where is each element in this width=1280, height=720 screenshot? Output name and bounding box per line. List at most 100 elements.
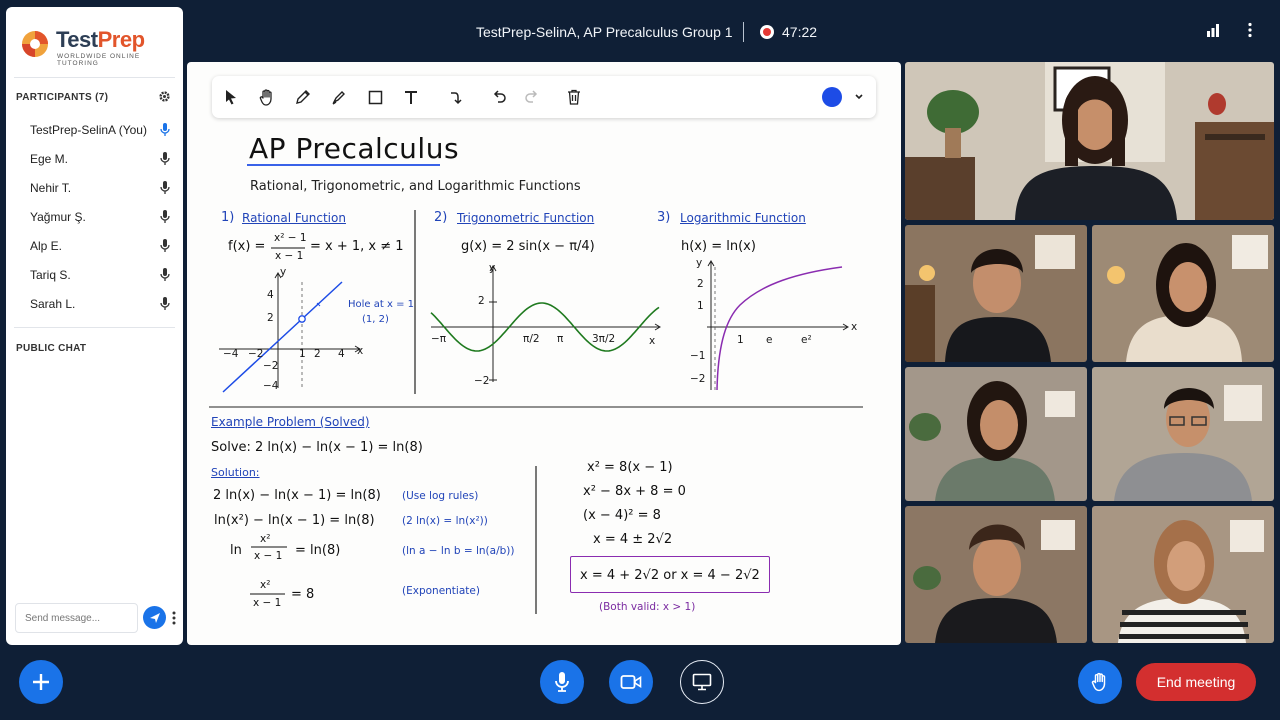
add-button[interactable] — [19, 660, 63, 704]
x-tick: 4 — [338, 348, 345, 360]
y-tick: 4 — [267, 289, 274, 301]
video-tile-host[interactable] — [905, 62, 1274, 220]
fraction-numerator: x² − 1 — [274, 232, 307, 244]
x-tick: 2 — [314, 348, 321, 360]
testprep-logo: TestPrep WORLDWIDE ONLINE TUTORING — [20, 25, 180, 67]
solution-step-4-rhs: = 8 — [291, 587, 315, 602]
x-tick: 1 — [737, 334, 744, 346]
signal-bars-icon[interactable] — [1206, 23, 1220, 37]
y-tick: −2 — [263, 360, 279, 372]
fraction-denominator: x − 1 — [275, 250, 304, 262]
microphone-icon[interactable] — [159, 180, 171, 195]
y-tick: 1 — [697, 300, 704, 312]
video-camera-icon — [620, 675, 642, 689]
brand-tagline: WORLDWIDE ONLINE TUTORING — [57, 53, 141, 67]
video-tile-participant[interactable] — [1092, 506, 1274, 643]
camera-button[interactable] — [609, 660, 653, 704]
log-graph — [707, 260, 849, 391]
step-note-1: (Use log rules) — [402, 490, 479, 502]
whiteboard-subtitle: Rational, Trigonometric, and Logarithmic… — [250, 179, 581, 194]
y-axis-label: y — [489, 262, 496, 274]
x-tick: 3π/2 — [592, 333, 616, 345]
section-number: 1) — [221, 210, 235, 225]
participant-item[interactable]: Alp E. — [6, 231, 183, 260]
fraction-numerator: x² — [260, 579, 271, 591]
rational-graph — [219, 272, 361, 393]
step-note-2: (2 ln(x) = ln(x²)) — [402, 515, 488, 527]
send-button[interactable] — [143, 606, 166, 629]
participant-video-feed — [1092, 367, 1274, 501]
formula-lhs: f(x) = — [228, 239, 266, 254]
whiteboard[interactable]: AP Precalculus Rational, Trigonometric, … — [187, 62, 901, 645]
participant-video-feed — [905, 506, 1087, 643]
participant-name: Tariq S. — [30, 267, 71, 282]
video-tile-participant[interactable] — [905, 367, 1087, 501]
y-tick: −4 — [263, 380, 279, 392]
participant-name: Alp E. — [30, 238, 63, 253]
video-tile-participant[interactable] — [905, 225, 1087, 362]
chat-header: PUBLIC CHAT — [16, 343, 87, 354]
gear-icon[interactable] — [158, 90, 171, 103]
x-tick: e² — [801, 334, 812, 346]
microphone-button[interactable] — [540, 660, 584, 704]
participant-item[interactable]: Tariq S. — [6, 260, 183, 289]
microphone-icon[interactable] — [159, 122, 171, 137]
participants-panel: TestPrep WORLDWIDE ONLINE TUTORING PARTI… — [6, 7, 183, 645]
trig-formula: g(x) = 2 sin(x − π/4) — [461, 239, 595, 254]
microphone-icon[interactable] — [159, 267, 171, 282]
participant-video-feed — [1092, 225, 1274, 362]
share-screen-button[interactable] — [680, 660, 724, 704]
log-formula: h(x) = ln(x) — [681, 239, 756, 254]
participant-name: TestPrep-SelinA (You) — [30, 122, 147, 137]
fraction-numerator: x² — [260, 533, 271, 545]
result-line-1: x² = 8(x − 1) — [587, 460, 673, 475]
x-tick: π/2 — [523, 333, 540, 345]
meeting-timer: 47:22 — [782, 24, 818, 40]
microphone-icon[interactable] — [159, 296, 171, 311]
x-tick: 1 — [299, 348, 306, 360]
y-axis-label: y — [280, 266, 287, 278]
raise-hand-button[interactable] — [1078, 660, 1122, 704]
divider — [14, 327, 175, 328]
y-tick: −2 — [474, 375, 490, 387]
solution-step-3-rhs: = ln(8) — [295, 543, 341, 558]
participant-video-feed — [905, 225, 1087, 362]
x-tick: −π — [431, 333, 447, 345]
x-axis-label: x — [357, 345, 364, 357]
participant-item[interactable]: Yağmur Ş. — [6, 202, 183, 231]
fraction-denominator: x − 1 — [253, 597, 282, 609]
participant-name: Yağmur Ş. — [30, 209, 86, 224]
microphone-icon[interactable] — [159, 209, 171, 224]
hand-icon — [1091, 672, 1106, 692]
end-meeting-button[interactable]: End meeting — [1136, 663, 1256, 701]
microphone-icon[interactable] — [159, 151, 171, 166]
participant-item[interactable]: TestPrep-SelinA (You) — [6, 115, 183, 144]
chat-input[interactable]: Send message... — [15, 603, 138, 633]
hole-point: (1, 2) — [362, 314, 389, 325]
final-note: (Both valid: x > 1) — [599, 601, 696, 613]
participant-item[interactable]: Sarah L. — [6, 289, 183, 318]
more-options-icon[interactable] — [1247, 22, 1253, 38]
participant-item[interactable]: Ege M. — [6, 144, 183, 173]
participant-name: Sarah L. — [30, 296, 76, 311]
y-tick: 2 — [478, 295, 485, 307]
section-number: 3) — [657, 210, 671, 225]
x-axis-label: x — [649, 335, 656, 347]
chat-more-icon[interactable] — [171, 610, 177, 626]
participant-item[interactable]: Nehir T. — [6, 173, 183, 202]
y-tick: 2 — [267, 312, 274, 324]
video-tile-participant[interactable] — [905, 506, 1087, 643]
plus-icon — [33, 674, 49, 690]
hole-annotation: Hole at x = 1 — [348, 299, 414, 310]
x-tick: π — [557, 333, 564, 345]
microphone-icon[interactable] — [159, 238, 171, 253]
video-tile-participant[interactable] — [1092, 367, 1274, 501]
trig-graph — [430, 265, 661, 382]
video-tile-participant[interactable] — [1092, 225, 1274, 362]
step-note-3: (ln a − ln b = ln(a/b)) — [402, 545, 515, 557]
meeting-title: TestPrep-SelinA, AP Precalculus Group 1 — [476, 24, 733, 40]
fraction-denominator: x − 1 — [254, 550, 283, 562]
y-tick: 2 — [697, 278, 704, 290]
y-tick: −1 — [690, 350, 706, 362]
brand-name: TestPrep — [56, 27, 145, 52]
